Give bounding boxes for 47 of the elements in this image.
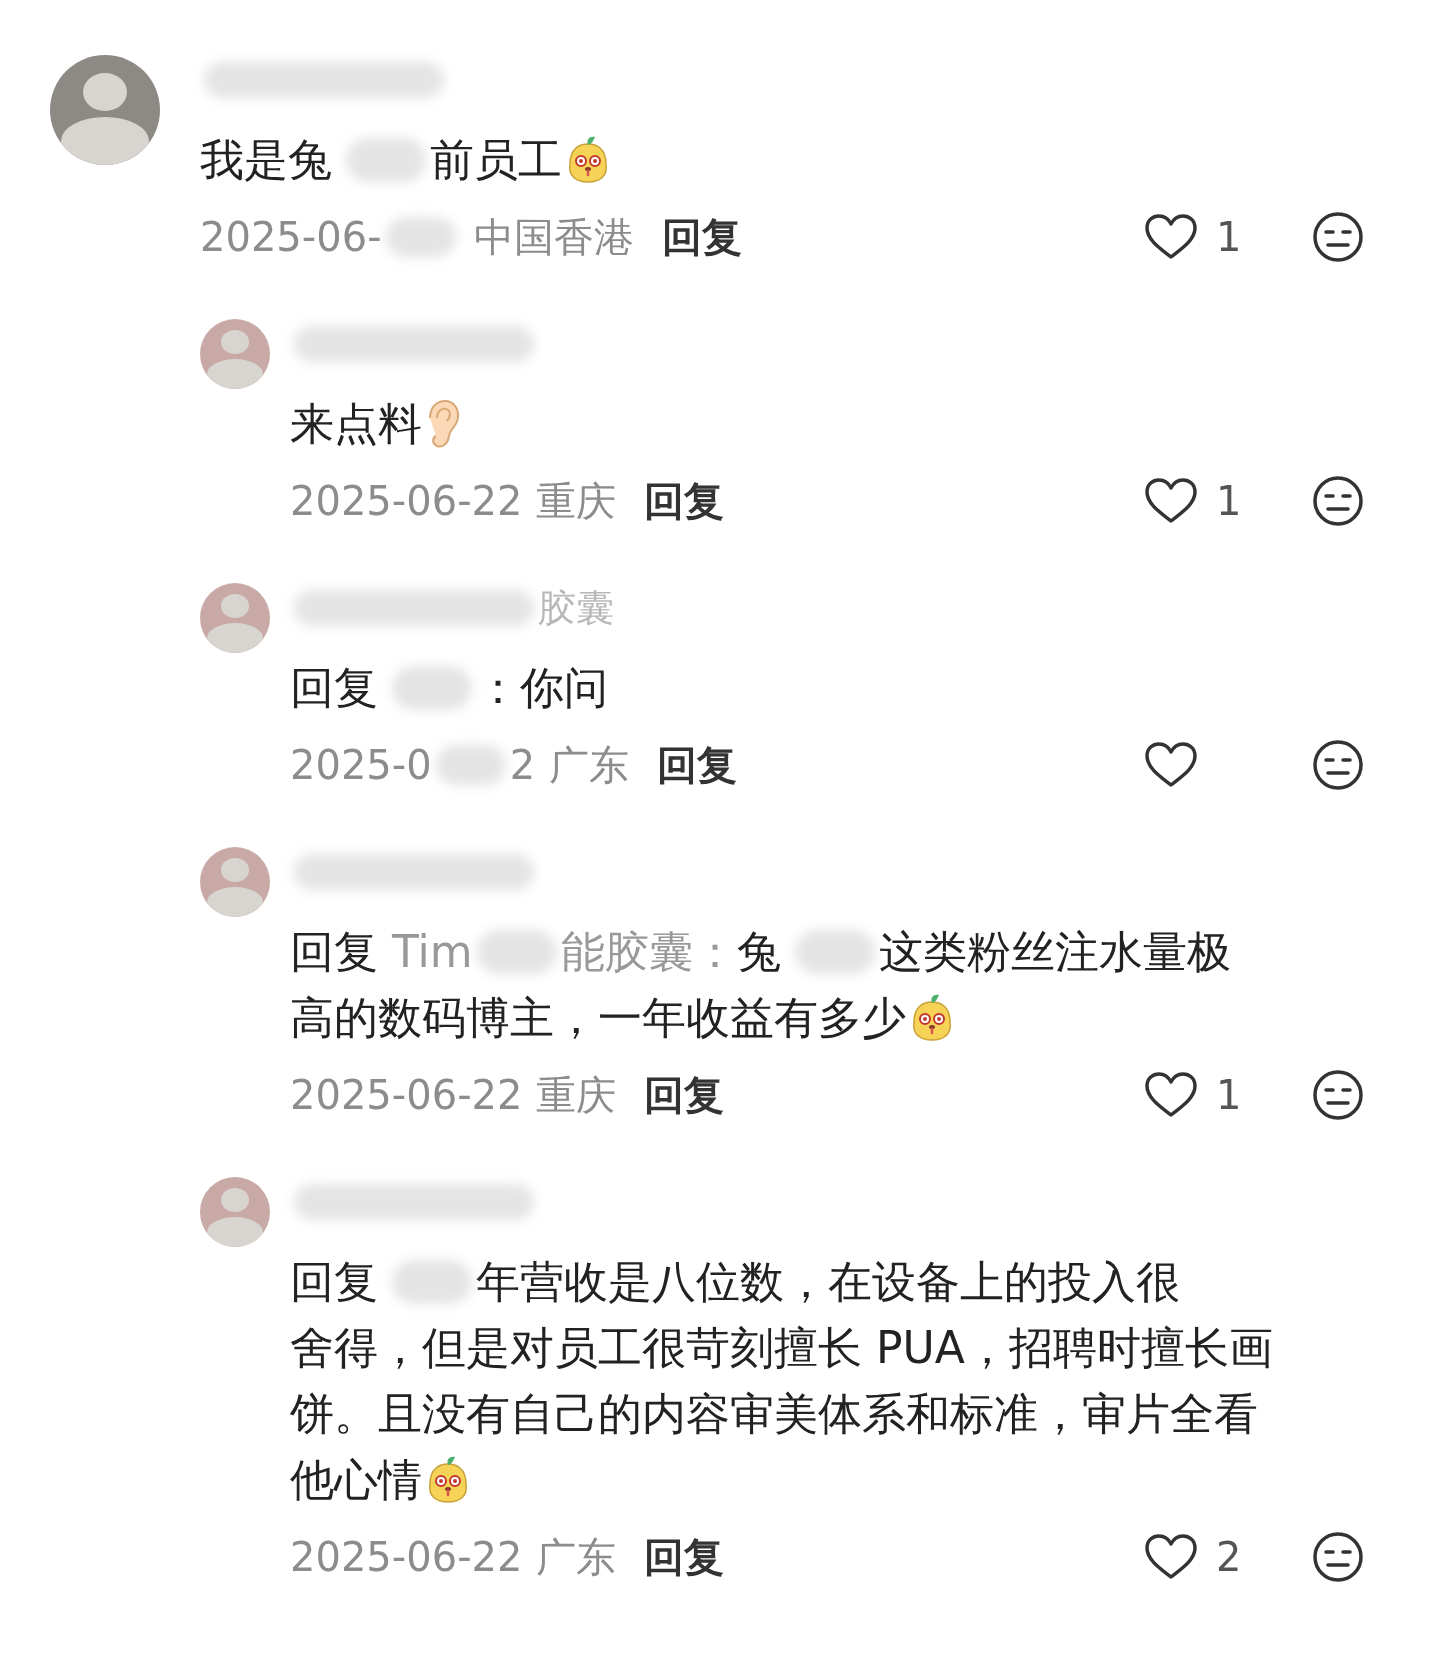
comment-text: 饼。且没有自己的内容审美体系和标准，审片全看 [290,1387,1258,1441]
like-count: 2 [1216,1534,1242,1580]
neutral-face-icon[interactable] [1312,211,1364,263]
like-heart-icon[interactable] [1144,741,1198,789]
like-heart-icon[interactable] [1144,477,1198,525]
date-text: 2025-0 [290,742,432,788]
location-text: 重庆 [536,476,617,526]
comment-text: 我是兔 [200,133,332,187]
like-heart-icon[interactable] [1144,213,1198,261]
like-count: 1 [1216,478,1242,524]
location-text: 广东 [536,1532,617,1582]
username: 胶囊 [538,584,614,632]
blurred-redaction [435,745,506,785]
neutral-face-icon[interactable] [1312,475,1364,527]
reply-link[interactable]: 回复 [644,473,725,529]
date-text: 2025-06- [200,214,382,260]
comment-text: 回复 [290,661,378,715]
comment-text: 回复 [290,1255,378,1309]
comment-text: ：你问 [476,661,608,715]
neutral-face-icon[interactable] [1312,1069,1364,1121]
neutral-face-icon[interactable] [1312,1531,1364,1583]
comment-text: 高的数码博主，一年收益有多少 [290,991,906,1045]
like-heart-icon[interactable] [1144,1533,1198,1581]
comment-text: 前员工 [430,133,562,187]
date-text: 2025-06-22 [290,1534,523,1580]
location-text: 广东 [549,740,630,790]
reply-link[interactable]: 回复 [644,1529,725,1585]
like-heart-icon[interactable] [1144,1071,1198,1119]
blurred-redaction [385,217,456,257]
comment-text: 他心情 [290,1453,422,1507]
location-text: 重庆 [536,1070,617,1120]
comment-text: 舍得，但是对员工很苛刻擅长 PUA，招聘时擅长画 [290,1321,1273,1375]
date-text: 2 [509,742,536,788]
neutral-face-icon[interactable] [1312,739,1364,791]
comment-text: 回复 [290,925,378,979]
comment-text: 兔 [736,925,781,979]
comment-text: 这类粉丝注水量极 [878,925,1231,979]
reply-link[interactable]: 回复 [644,1067,725,1123]
reply-link[interactable]: 回复 [661,209,742,265]
comment-text: 年营收是八位数，在设备上的投入很 [476,1255,1180,1309]
location-text: 中国香港 [473,212,634,262]
date-text: 2025-06-22 [290,478,523,524]
date-text: 2025-06-22 [290,1072,523,1118]
comment-text: 来点料 [290,397,422,451]
like-count: 1 [1216,214,1242,260]
reply-link[interactable]: 回复 [657,737,738,793]
like-count: 1 [1216,1072,1242,1118]
